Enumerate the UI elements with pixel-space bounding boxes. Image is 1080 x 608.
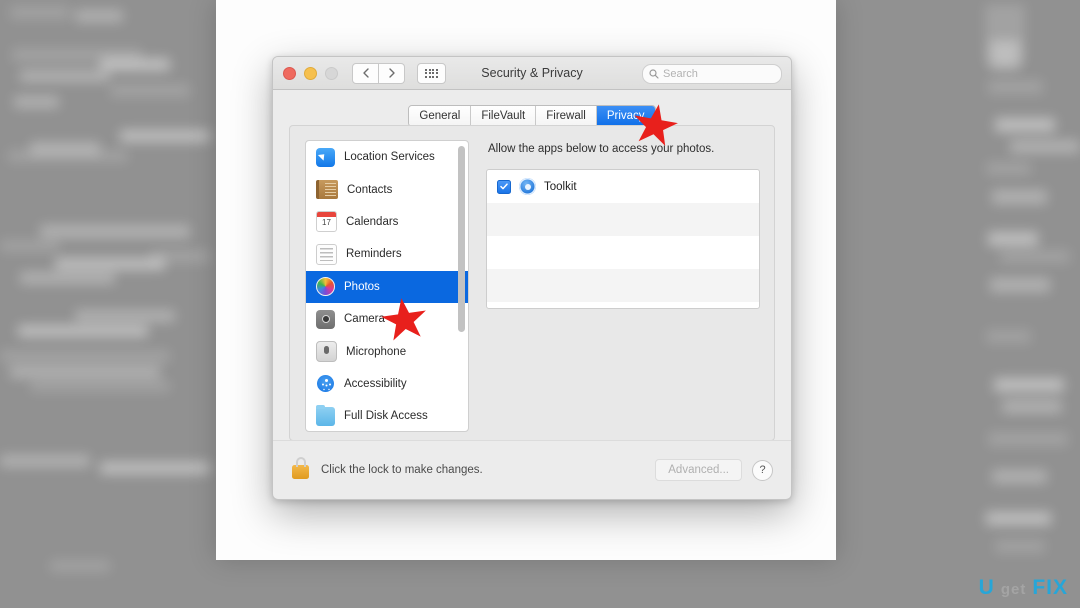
sidebar-item-label: Microphone xyxy=(346,345,407,358)
search-placeholder: Search xyxy=(663,68,698,80)
watermark-middle: get xyxy=(1000,581,1027,598)
sidebar-item-label: Contacts xyxy=(347,183,393,196)
photos-icon xyxy=(316,277,335,297)
zoom-button[interactable] xyxy=(325,66,338,80)
reminders-icon xyxy=(316,243,337,265)
app-list-row-empty xyxy=(487,203,759,236)
watermark: U get FIX xyxy=(979,576,1068,600)
tab-firewall[interactable]: Firewall xyxy=(536,106,597,126)
sidebar-item-accessibility[interactable]: Accessibility xyxy=(306,368,468,400)
close-button[interactable] xyxy=(283,66,296,80)
sidebar-scrollbar[interactable] xyxy=(458,145,465,427)
app-permission-checkbox[interactable] xyxy=(497,179,511,194)
allowed-apps-list: Toolkit xyxy=(486,169,760,309)
scrollbar-thumb[interactable] xyxy=(458,146,465,332)
sidebar-item-label: Photos xyxy=(344,280,380,293)
app-permissions-pane: Allow the apps below to access your phot… xyxy=(486,140,760,426)
forward-button[interactable] xyxy=(379,62,405,84)
help-button[interactable]: ? xyxy=(752,459,773,481)
advanced-button[interactable]: Advanced... xyxy=(655,459,742,481)
lock-hint-label: Click the lock to make changes. xyxy=(321,464,483,476)
calendars-icon: 17 xyxy=(316,211,337,233)
microphone-icon xyxy=(316,341,337,363)
sidebar-item-location-services[interactable]: Location Services xyxy=(306,141,468,173)
privacy-content-area: Location Services Contacts 17 Calendars … xyxy=(289,125,775,441)
app-list-row-empty xyxy=(487,236,759,269)
camera-icon xyxy=(316,309,335,329)
sidebar-item-label: Location Services xyxy=(344,151,435,164)
tab-bar: General FileVault Firewall Privacy xyxy=(273,105,791,127)
pane-description: Allow the apps below to access your phot… xyxy=(488,143,715,155)
checkmark-icon xyxy=(500,183,508,190)
sidebar-item-label: Camera xyxy=(344,313,385,326)
chevron-left-icon xyxy=(362,68,369,78)
back-button[interactable] xyxy=(352,62,379,84)
window-bottom-bar: Click the lock to make changes. Advanced… xyxy=(273,440,791,499)
minimize-button[interactable] xyxy=(304,66,317,80)
search-icon xyxy=(649,69,659,79)
sidebar-item-label: Calendars xyxy=(346,215,399,228)
sidebar-item-calendars[interactable]: 17 Calendars xyxy=(306,206,468,238)
lock-icon[interactable] xyxy=(292,456,309,479)
app-name-label: Toolkit xyxy=(544,180,577,193)
grid-icon xyxy=(425,68,438,78)
app-list-row-empty xyxy=(487,269,759,302)
tab-filevault[interactable]: FileVault xyxy=(471,106,537,126)
privacy-category-list: Location Services Contacts 17 Calendars … xyxy=(305,140,469,432)
full-disk-access-icon xyxy=(316,404,335,426)
show-all-button[interactable] xyxy=(417,62,446,84)
sidebar-item-contacts[interactable]: Contacts xyxy=(306,173,468,205)
sidebar-item-full-disk-access[interactable]: Full Disk Access xyxy=(306,400,468,431)
app-list-row[interactable]: Toolkit xyxy=(487,170,759,203)
watermark-right: FIX xyxy=(1032,576,1068,599)
sidebar-item-label: Accessibility xyxy=(344,377,407,390)
traffic-lights xyxy=(283,66,338,80)
chevron-right-icon xyxy=(388,68,395,78)
sidebar-item-label: Full Disk Access xyxy=(344,410,428,423)
sidebar-item-photos[interactable]: Photos xyxy=(306,270,468,303)
sidebar-item-microphone[interactable]: Microphone xyxy=(306,335,468,367)
location-services-icon xyxy=(316,147,335,167)
security-privacy-window: Security & Privacy Search General FileVa… xyxy=(272,56,792,500)
nav-buttons xyxy=(352,62,405,84)
search-field[interactable]: Search xyxy=(642,64,782,84)
watermark-left: U xyxy=(978,576,995,599)
calendar-day-number: 17 xyxy=(322,218,331,228)
toolkit-app-icon xyxy=(519,178,536,195)
tab-general[interactable]: General xyxy=(409,106,472,126)
window-titlebar: Security & Privacy Search xyxy=(273,57,791,90)
contacts-icon xyxy=(316,180,338,200)
accessibility-icon xyxy=(316,374,335,394)
sidebar-item-reminders[interactable]: Reminders xyxy=(306,238,468,270)
sidebar-item-label: Reminders xyxy=(346,248,402,261)
